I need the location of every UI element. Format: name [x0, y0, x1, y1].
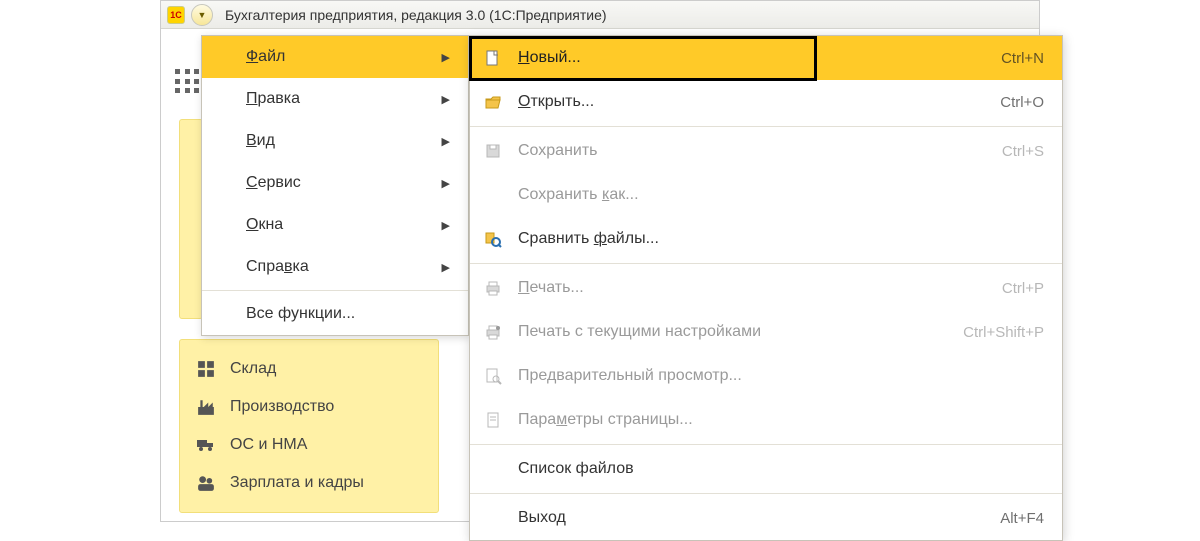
- menu-item-label: Файл: [246, 48, 285, 66]
- menu-item-label: Выход: [518, 509, 986, 527]
- factory-icon: [196, 398, 216, 416]
- chevron-right-icon: ▶: [442, 261, 450, 274]
- warehouse-icon: [196, 360, 216, 378]
- menu-item-label: Новый...: [518, 49, 987, 67]
- app-window: 1C ▼ Бухгалтерия предприятия, редакция 3…: [160, 0, 1040, 522]
- sidebar: Склад Производство ОС и НМА Зарплата и к…: [179, 339, 439, 513]
- file-menu-item[interactable]: Список файлов: [470, 447, 1062, 491]
- chevron-right-icon: ▶: [442, 51, 450, 64]
- menu-item-label: Сравнить файлы...: [518, 230, 1044, 248]
- truck-icon: [196, 436, 216, 454]
- sidebar-item-label: Склад: [230, 360, 276, 378]
- blank-icon: [482, 508, 504, 528]
- file-menu-item: Параметры страницы...: [470, 398, 1062, 442]
- main-menu-item[interactable]: Окна ▶: [202, 204, 468, 246]
- blank-icon: [482, 185, 504, 205]
- people-icon: [196, 474, 216, 492]
- menu-item-label: Параметры страницы...: [518, 411, 1044, 429]
- menu-item-label: Справка: [246, 258, 309, 276]
- menu-item-label: Сохранить: [518, 142, 988, 160]
- main-menu: Файл ▶ Правка ▶ Вид ▶ Сервис ▶ Окна ▶ Справка ▶ Все …: [201, 35, 469, 336]
- main-dropdown-button[interactable]: ▼: [191, 4, 213, 26]
- menu-item-shortcut: Ctrl+S: [1002, 143, 1044, 160]
- menu-item-label: Окна: [246, 216, 283, 234]
- menu-item-label: Предварительный просмотр...: [518, 367, 1044, 385]
- file-menu-item[interactable]: Новый... Ctrl+N: [470, 36, 1062, 80]
- sidebar-item-label: ОС и НМА: [230, 436, 307, 454]
- compare-icon: [482, 229, 504, 249]
- menu-item-label: Открыть...: [518, 93, 986, 111]
- sidebar-item-production[interactable]: Производство: [180, 388, 438, 426]
- sidebar-item-sklad[interactable]: Склад: [180, 350, 438, 388]
- main-menu-item[interactable]: Файл ▶: [202, 36, 468, 78]
- menu-item-shortcut: Ctrl+O: [1000, 94, 1044, 111]
- page-setup-icon: [482, 410, 504, 430]
- sidebar-item-assets[interactable]: ОС и НМА: [180, 426, 438, 464]
- menu-separator: [470, 493, 1062, 494]
- app-client-area: Склад Производство ОС и НМА Зарплата и к…: [161, 29, 1039, 521]
- blank-icon: [482, 459, 504, 479]
- grip-icon[interactable]: [175, 69, 201, 95]
- menu-item-shortcut: Ctrl+N: [1001, 50, 1044, 67]
- file-menu-item: Предварительный просмотр...: [470, 354, 1062, 398]
- menu-item-label: Печать с текущими настройками: [518, 323, 949, 341]
- menu-item-label: Вид: [246, 132, 275, 150]
- menu-separator: [470, 263, 1062, 264]
- file-menu-item: Сохранить Ctrl+S: [470, 129, 1062, 173]
- save-icon: [482, 141, 504, 161]
- chevron-right-icon: ▶: [442, 177, 450, 190]
- menu-item-label: Сервис: [246, 174, 301, 192]
- main-menu-item[interactable]: Справка ▶: [202, 246, 468, 288]
- preview-icon: [482, 366, 504, 386]
- file-menu-item: Сохранить как...: [470, 173, 1062, 217]
- sidebar-item-payroll[interactable]: Зарплата и кадры: [180, 464, 438, 502]
- chevron-right-icon: ▶: [442, 93, 450, 106]
- chevron-right-icon: ▶: [442, 135, 450, 148]
- file-menu-item[interactable]: Открыть... Ctrl+O: [470, 80, 1062, 124]
- logo-1c-icon: 1C: [167, 6, 185, 24]
- file-menu-item: Печать... Ctrl+P: [470, 266, 1062, 310]
- menu-item-shortcut: Alt+F4: [1000, 510, 1044, 527]
- main-menu-item[interactable]: Правка ▶: [202, 78, 468, 120]
- folder-open-icon: [482, 92, 504, 112]
- file-menu-item[interactable]: Выход Alt+F4: [470, 496, 1062, 540]
- menu-separator: [470, 444, 1062, 445]
- main-menu-item[interactable]: Все функции...: [202, 293, 468, 335]
- print-cfg-icon: [482, 322, 504, 342]
- menu-item-shortcut: Ctrl+Shift+P: [963, 324, 1044, 341]
- menu-item-label: Сохранить как...: [518, 186, 1044, 204]
- file-menu-item[interactable]: Сравнить файлы...: [470, 217, 1062, 261]
- menu-item-label: Правка: [246, 90, 300, 108]
- main-menu-item[interactable]: Вид ▶: [202, 120, 468, 162]
- menu-item-label: Все функции...: [246, 305, 355, 323]
- window-title: Бухгалтерия предприятия, редакция 3.0 (1…: [225, 7, 607, 23]
- menu-item-label: Печать...: [518, 279, 988, 297]
- titlebar: 1C ▼ Бухгалтерия предприятия, редакция 3…: [161, 1, 1039, 29]
- print-icon: [482, 278, 504, 298]
- file-submenu: Новый... Ctrl+N Открыть... Ctrl+O Сохранить C…: [469, 35, 1063, 541]
- main-menu-item[interactable]: Сервис ▶: [202, 162, 468, 204]
- menu-separator: [470, 126, 1062, 127]
- file-menu-item: Печать с текущими настройками Ctrl+Shift+…: [470, 310, 1062, 354]
- file-new-icon: [482, 48, 504, 68]
- menu-separator: [202, 290, 468, 291]
- sidebar-item-label: Зарплата и кадры: [230, 474, 364, 492]
- sidebar-item-label: Производство: [230, 398, 334, 416]
- chevron-right-icon: ▶: [442, 219, 450, 232]
- nav-strip: [179, 119, 203, 319]
- menu-item-label: Список файлов: [518, 460, 1044, 478]
- menu-item-shortcut: Ctrl+P: [1002, 280, 1044, 297]
